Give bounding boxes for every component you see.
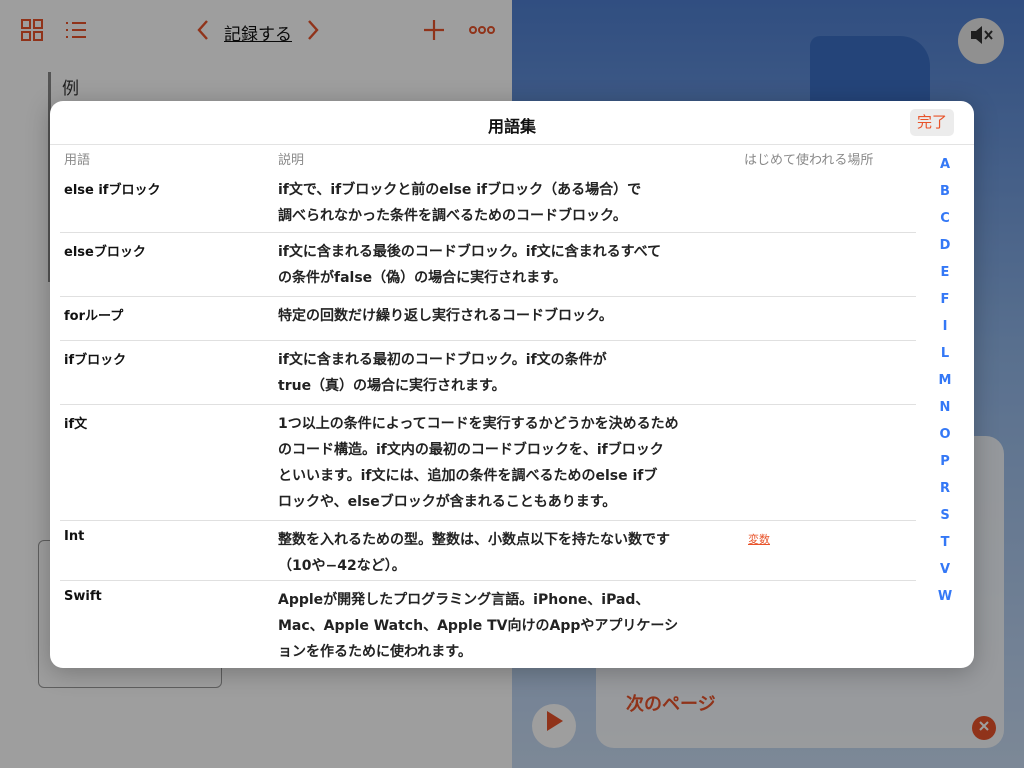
glossary-sheet: 用語集 完了 用語 説明 はじめて使われる場所 else ifブロック if文で… — [50, 101, 974, 668]
index-letter[interactable]: L — [928, 346, 962, 361]
glossary-row: elseブロック if文に含まれる最後のコードブロック。if文に含まれるすべて … — [60, 233, 916, 297]
description: 特定の回数だけ繰り返し実行されるコードブロック。 — [278, 308, 613, 324]
index-letter[interactable]: I — [928, 319, 962, 334]
term: Swift — [64, 589, 102, 604]
first-used-link[interactable]: 変数 — [748, 531, 770, 547]
index-letter[interactable]: P — [928, 454, 962, 469]
index-letter[interactable]: W — [928, 589, 962, 604]
glossary-row: Int 整数を入れるための型。整数は、小数点以下を持たない数です （10や−42… — [60, 521, 916, 581]
glossary-row: if文 1つ以上の条件によってコードを実行するかどうかを決めるため のコード構造… — [60, 405, 916, 521]
done-button[interactable]: 完了 — [910, 109, 954, 136]
term: Int — [64, 529, 85, 544]
glossary-row: Swift Appleが開発したプログラミング言語。iPhone、iPad、 M… — [60, 581, 916, 668]
index-letter[interactable]: N — [928, 400, 962, 415]
index-letter[interactable]: B — [928, 184, 962, 199]
term: elseブロック — [64, 245, 146, 260]
description: 整数を入れるための型。整数は、小数点以下を持たない数です （10や−42など）。 — [278, 532, 670, 574]
index-letter[interactable]: F — [928, 292, 962, 307]
index-letter[interactable]: V — [928, 562, 962, 577]
term: ifブロック — [64, 353, 127, 368]
term: else ifブロック — [64, 183, 161, 198]
index-letter[interactable]: T — [928, 535, 962, 550]
index-letter[interactable]: R — [928, 481, 962, 496]
glossary-row: forループ 特定の回数だけ繰り返し実行されるコードブロック。 — [60, 297, 916, 341]
glossary-title: 用語集 — [487, 117, 536, 136]
glossary-row: else ifブロック if文で、ifブロックと前のelse ifブロック（ある… — [60, 171, 916, 233]
description: if文で、ifブロックと前のelse ifブロック（ある場合）で 調べられなかっ… — [278, 182, 642, 224]
index-letter[interactable]: E — [928, 265, 962, 280]
index-letter[interactable]: S — [928, 508, 962, 523]
column-headers: 用語 説明 はじめて使われる場所 — [50, 149, 974, 171]
index-letter[interactable]: O — [928, 427, 962, 442]
term: forループ — [64, 309, 124, 324]
index-letter[interactable]: C — [928, 211, 962, 226]
index-letter[interactable]: A — [928, 157, 962, 172]
description: if文に含まれる最後のコードブロック。if文に含まれるすべて の条件がfalse… — [278, 244, 662, 286]
index-letter[interactable]: D — [928, 238, 962, 253]
column-header-first-used: はじめて使われる場所 — [744, 153, 874, 168]
description: if文に含まれる最初のコードブロック。if文の条件が true（真）の場合に実行… — [278, 352, 607, 394]
index-letter[interactable]: M — [928, 373, 962, 388]
glossary-row: ifブロック if文に含まれる最初のコードブロック。if文の条件が true（真… — [60, 341, 916, 405]
column-header-description: 説明 — [278, 153, 305, 168]
description: Appleが開発したプログラミング言語。iPhone、iPad、 Mac、App… — [278, 592, 679, 660]
description: 1つ以上の条件によってコードを実行するかどうかを決めるため のコード構造。if文… — [278, 416, 679, 510]
glossary-header: 用語集 完了 — [50, 101, 974, 145]
term: if文 — [64, 417, 88, 432]
column-header-term: 用語 — [64, 153, 91, 168]
